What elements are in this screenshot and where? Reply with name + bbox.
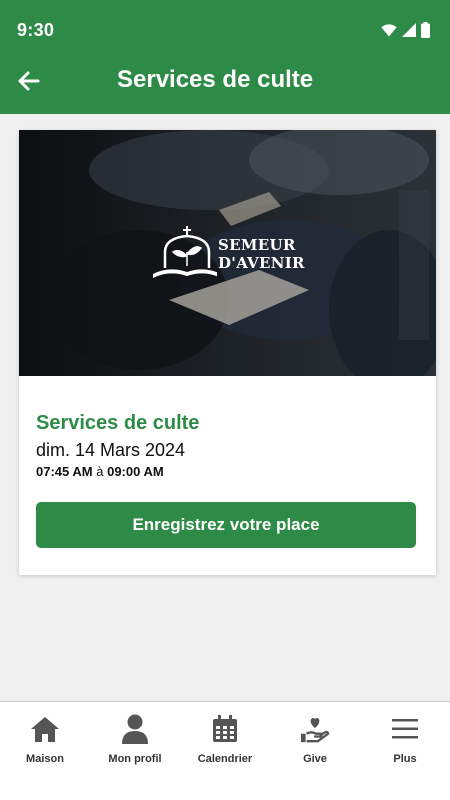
register-button[interactable]: Enregistrez votre place — [36, 502, 416, 548]
battery-icon — [421, 22, 430, 43]
event-time-separator: à — [96, 464, 104, 479]
menu-icon — [390, 714, 420, 744]
home-icon — [30, 714, 60, 744]
signal-icon — [402, 23, 416, 42]
nav-label: Give — [303, 753, 327, 765]
wifi-icon — [381, 23, 397, 42]
nav-label: Plus — [393, 753, 417, 765]
nav-item-plus[interactable]: Plus — [360, 702, 450, 800]
page-title: Services de culte — [117, 66, 314, 93]
nav-item-calendrier[interactable]: Calendrier — [180, 702, 270, 800]
event-card[interactable]: SEMEUR D'AVENIR Services de culte dim. 1… — [19, 130, 436, 575]
nav-label: Maison — [26, 753, 64, 765]
arrow-left-icon — [18, 71, 40, 96]
church-emblem-icon — [153, 226, 221, 278]
status-bar: 9:30 — [0, 0, 450, 60]
nav-item-mon-profil[interactable]: Mon profil — [90, 702, 180, 800]
status-icons — [381, 22, 430, 43]
event-image: SEMEUR D'AVENIR — [19, 130, 436, 376]
status-time: 9:30 — [17, 20, 55, 40]
logo-text: SEMEUR D'AVENIR — [218, 236, 305, 272]
event-title: Services de culte — [36, 412, 200, 434]
nav-item-give[interactable]: Give — [270, 702, 360, 800]
church-logo: SEMEUR D'AVENIR — [147, 222, 317, 286]
give-heart-icon — [300, 714, 330, 744]
person-icon — [120, 714, 150, 744]
event-time: 07:45 AM à 09:00 AM — [36, 464, 164, 479]
event-end-time: 09:00 AM — [107, 464, 164, 479]
nav-item-maison[interactable]: Maison — [0, 702, 90, 800]
bottom-nav: Maison Mon profil Calendrier Give Plus — [0, 701, 450, 800]
event-start-time: 07:45 AM — [36, 464, 93, 479]
app-bar: Services de culte — [0, 60, 450, 114]
back-button[interactable] — [14, 68, 44, 98]
nav-label: Calendrier — [197, 753, 253, 765]
nav-label: Mon profil — [108, 753, 162, 765]
calendar-icon — [210, 714, 240, 744]
event-date: dim. 14 Mars 2024 — [36, 440, 186, 460]
